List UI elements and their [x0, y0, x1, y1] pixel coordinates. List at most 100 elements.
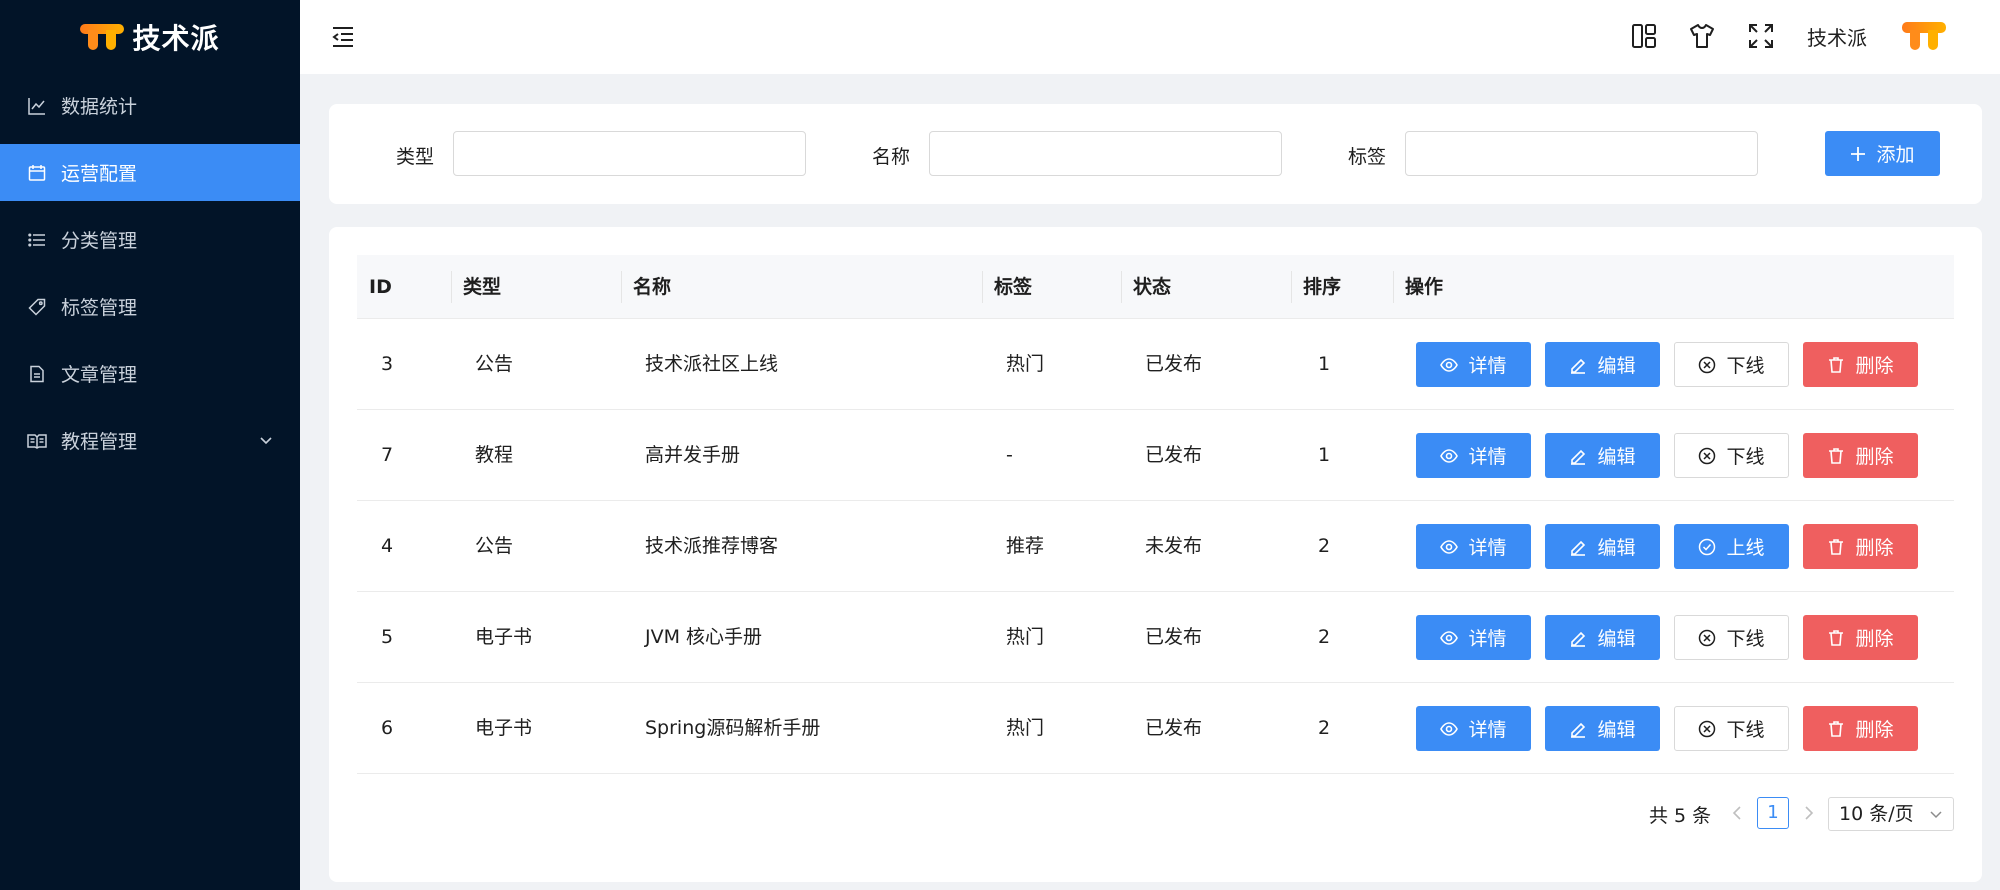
table-row: 5 电子书 JVM 核心手册 热门 已发布 2 详情 编辑 下线 删除 [357, 592, 1954, 683]
offline-button[interactable]: 下线 [1674, 706, 1789, 751]
list-icon [27, 230, 47, 250]
cell-id: 5 [381, 626, 394, 648]
sidebar-item-categories[interactable]: 分类管理 [0, 211, 300, 268]
page-size-select[interactable]: 10 条/页 [1828, 797, 1954, 831]
sidebar-item-articles[interactable]: 文章管理 [0, 345, 300, 402]
eye-icon [1440, 539, 1459, 554]
cell-status: 已发布 [1145, 717, 1203, 739]
delete-button[interactable]: 删除 [1803, 615, 1918, 660]
chevron-right-icon[interactable] [1799, 804, 1817, 822]
shirt-icon[interactable] [1688, 22, 1716, 50]
column-header: 排序 [1303, 276, 1342, 298]
column-header: 类型 [463, 276, 502, 298]
cell-status: 已发布 [1145, 626, 1203, 648]
online-button[interactable]: 上线 [1674, 524, 1789, 569]
cell-type: 教程 [475, 444, 514, 466]
cell-sort: 1 [1318, 353, 1331, 375]
button-label: 详情 [1468, 446, 1507, 468]
offline-button[interactable]: 下线 [1674, 433, 1789, 478]
button-label: 上线 [1726, 537, 1765, 559]
logo-icon [80, 22, 125, 52]
cell-sort: 2 [1318, 535, 1331, 557]
edit-icon [1571, 540, 1586, 556]
tag-input[interactable] [1405, 131, 1758, 176]
avatar[interactable] [1902, 22, 1946, 52]
edit-button[interactable]: 编辑 [1545, 524, 1660, 569]
column-header: 状态 [1133, 276, 1172, 298]
close-circle-icon [1699, 720, 1716, 737]
delete-icon [1829, 720, 1844, 737]
table-row: 6 电子书 Spring源码解析手册 热门 已发布 2 详情 编辑 下线 删除 [357, 683, 1954, 774]
edit-button[interactable]: 编辑 [1545, 615, 1660, 660]
cell-name: 高并发手册 [645, 444, 741, 466]
add-button[interactable]: 添加 [1825, 131, 1940, 176]
cell-sort: 2 [1318, 717, 1331, 739]
eye-icon [1440, 721, 1459, 736]
sidebar-item-tutorials[interactable]: 教程管理 [0, 412, 300, 469]
edit-icon [1571, 449, 1586, 465]
layout-icon[interactable] [1630, 22, 1658, 50]
cell-tag: 推荐 [1006, 535, 1045, 557]
offline-button[interactable]: 下线 [1674, 342, 1789, 387]
menu-fold-icon[interactable] [330, 24, 356, 50]
cell-name: JVM 核心手册 [645, 626, 763, 648]
filter-bar: 类型 名称 标签 添加 [329, 104, 1982, 204]
sidebar-item-label: 数据统计 [61, 96, 138, 118]
sidebar-item-stats[interactable]: 数据统计 [0, 77, 300, 134]
type-input[interactable] [453, 131, 806, 176]
button-label: 删除 [1855, 719, 1894, 741]
detail-button[interactable]: 详情 [1416, 342, 1531, 387]
button-label: 下线 [1726, 355, 1765, 377]
delete-button[interactable]: 删除 [1803, 342, 1918, 387]
cell-tag: 热门 [1006, 626, 1045, 648]
cell-id: 6 [381, 717, 394, 739]
button-label: 删除 [1855, 355, 1894, 377]
button-label: 编辑 [1597, 537, 1636, 559]
edit-button[interactable]: 编辑 [1545, 706, 1660, 751]
detail-button[interactable]: 详情 [1416, 615, 1531, 660]
detail-button[interactable]: 详情 [1416, 524, 1531, 569]
edit-button[interactable]: 编辑 [1545, 342, 1660, 387]
detail-button[interactable]: 详情 [1416, 433, 1531, 478]
button-label: 编辑 [1597, 446, 1636, 468]
line-chart-icon [27, 96, 47, 116]
chevron-down-icon[interactable] [258, 432, 274, 448]
book-icon [27, 431, 47, 451]
sidebar-item-operations[interactable]: 运营配置 [0, 144, 300, 201]
pagination-page[interactable]: 1 [1757, 797, 1789, 829]
sidebar-item-label: 教程管理 [61, 431, 138, 453]
detail-button[interactable]: 详情 [1416, 706, 1531, 751]
close-circle-icon [1699, 447, 1716, 464]
column-header: 标签 [994, 276, 1033, 298]
button-label: 下线 [1726, 446, 1765, 468]
table-row: 3 公告 技术派社区上线 热门 已发布 1 详情 编辑 下线 删除 [357, 319, 1954, 410]
delete-button[interactable]: 删除 [1803, 524, 1918, 569]
calendar-icon [27, 163, 47, 183]
fullscreen-icon[interactable] [1747, 22, 1775, 50]
cell-status: 已发布 [1145, 353, 1203, 375]
cell-status: 未发布 [1145, 535, 1203, 557]
chevron-left-icon[interactable] [1729, 804, 1747, 822]
delete-icon [1829, 356, 1844, 373]
sidebar-menu: 数据统计 运营配置 分类管理 标签管理 文章管理 教程管理 [0, 77, 300, 469]
user-name[interactable]: 技术派 [1807, 22, 1867, 51]
delete-button[interactable]: 删除 [1803, 433, 1918, 478]
top-header: 技术派 [300, 0, 2000, 74]
offline-button[interactable]: 下线 [1674, 615, 1789, 660]
cell-name: 技术派社区上线 [645, 353, 779, 375]
add-button-label: 添加 [1876, 144, 1915, 166]
cell-type: 公告 [475, 535, 514, 557]
table-row: 4 公告 技术派推荐博客 推荐 未发布 2 详情 编辑 上线 删除 [357, 501, 1954, 592]
edit-button[interactable]: 编辑 [1545, 433, 1660, 478]
file-text-icon [27, 364, 47, 384]
cell-id: 4 [381, 535, 394, 557]
logo[interactable]: 技术派 [0, 0, 300, 73]
button-label: 下线 [1726, 719, 1765, 741]
delete-button[interactable]: 删除 [1803, 706, 1918, 751]
cell-type: 公告 [475, 353, 514, 375]
name-input[interactable] [929, 131, 1282, 176]
name-label: 名称 [872, 146, 911, 168]
table-row: 7 教程 高并发手册 - 已发布 1 详情 编辑 下线 删除 [357, 410, 1954, 501]
eye-icon [1440, 357, 1459, 372]
sidebar-item-tags[interactable]: 标签管理 [0, 278, 300, 335]
